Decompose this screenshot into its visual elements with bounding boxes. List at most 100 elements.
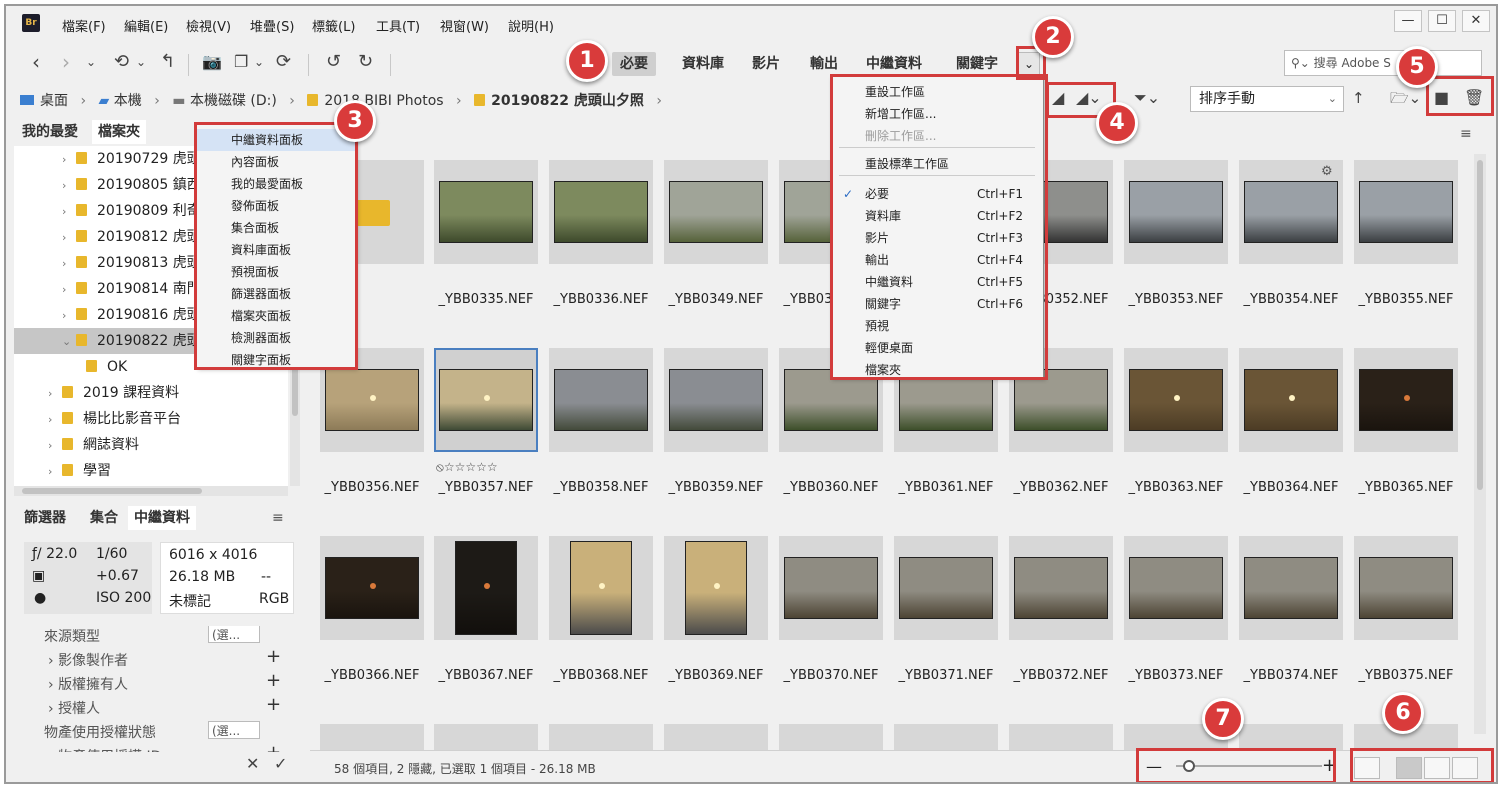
metadata-field-select[interactable]: (選... [208, 626, 260, 643]
thumbnail[interactable] [664, 348, 768, 452]
file-name[interactable]: _YBB0364.NEF [1231, 480, 1351, 495]
workspace-tab-4[interactable]: 中繼資料 [858, 52, 930, 76]
rotate-left-icon[interactable]: ↺ [326, 48, 341, 76]
crumb-desktop[interactable]: 桌面 [40, 93, 68, 109]
tree-node[interactable]: › 2019 課程資料 [14, 380, 288, 406]
thumbnail[interactable] [549, 536, 653, 640]
maximize-button[interactable]: ☐ [1428, 10, 1456, 32]
thumbnail[interactable] [434, 536, 538, 640]
thumbnail[interactable] [894, 536, 998, 640]
chevron-right-icon[interactable]: › [62, 277, 76, 303]
file-name[interactable]: _YBB0355.NEF [1346, 292, 1466, 307]
rotate-right-icon[interactable]: ↻ [358, 48, 373, 76]
file-name[interactable]: _YBB0365.NEF [1346, 480, 1466, 495]
chevron-down-icon[interactable]: ⌄ [86, 48, 96, 76]
thumbnail[interactable] [779, 724, 883, 750]
thumbnail[interactable] [664, 536, 768, 640]
file-name[interactable]: _YBB0354.NEF [1231, 292, 1351, 307]
chevron-right-icon[interactable]: › [62, 251, 76, 277]
file-name[interactable]: _YBB0356.NEF [312, 480, 432, 495]
chevron-right-icon[interactable]: › [62, 199, 76, 225]
return-icon[interactable]: ↰ [160, 48, 175, 76]
thumbnail[interactable] [1239, 536, 1343, 640]
metadata-field-select[interactable]: (選... [208, 721, 260, 739]
crumb-drive[interactable]: 本機磁碟 (D:) [190, 93, 277, 109]
tree-hscrollbar[interactable] [14, 486, 288, 496]
file-name[interactable]: _YBB0359.NEF [656, 480, 776, 495]
file-name[interactable]: _YBB0349.NEF [656, 292, 776, 307]
tab-collections[interactable]: 集合 [84, 506, 124, 530]
workspace-tab-1[interactable]: 資料庫 [674, 52, 732, 76]
tab-favorites[interactable]: 我的最愛 [16, 120, 84, 144]
back-icon[interactable]: ‹ [32, 48, 40, 76]
chevron-right-icon[interactable]: › [48, 459, 62, 485]
file-name[interactable]: _YBB0372.NEF [1001, 668, 1121, 683]
thumbnail[interactable] [434, 348, 538, 452]
chevron-right-icon[interactable]: › [48, 407, 62, 433]
tree-node[interactable]: › 楊比比影音平台 [14, 406, 288, 432]
chevron-down-icon[interactable]: ⌄ [254, 48, 264, 76]
file-name[interactable]: _YBB0361.NEF [886, 480, 1006, 495]
search-input[interactable]: ⚲⌄ 搜尋 Adobe S [1284, 50, 1482, 76]
menu-item-1[interactable]: 編輯(E) [124, 16, 168, 35]
close-button[interactable]: ✕ [1462, 10, 1490, 32]
file-name[interactable]: _YBB0362.NEF [1001, 480, 1121, 495]
workspace-tab-5[interactable]: 關鍵字 [948, 52, 1006, 76]
file-name[interactable]: _YBB0357.NEF [426, 480, 546, 495]
thumbnail[interactable] [1354, 160, 1458, 264]
file-name[interactable]: _YBB0366.NEF [312, 668, 432, 683]
menu-item-2[interactable]: 檢視(V) [186, 16, 231, 35]
chevron-right-icon[interactable]: › [48, 701, 58, 717]
file-name[interactable]: _YBB0335.NEF [426, 292, 546, 307]
file-name[interactable]: _YBB0373.NEF [1116, 668, 1236, 683]
file-name[interactable]: _YBB0375.NEF [1346, 668, 1466, 683]
file-name[interactable]: _YBB0336.NEF [541, 292, 661, 307]
content-scrollbar[interactable] [1474, 154, 1486, 734]
tree-node[interactable]: › 網誌資料 [14, 432, 288, 458]
content-menu-icon[interactable]: ≡ [1460, 126, 1472, 142]
chevron-right-icon[interactable]: › [62, 173, 76, 199]
thumbnail[interactable] [1239, 724, 1343, 750]
refine-icon[interactable]: ⟳ [276, 48, 291, 76]
thumbnail[interactable] [549, 348, 653, 452]
file-name[interactable]: _YBB0360.NEF [771, 480, 891, 495]
menu-item-6[interactable]: 視窗(W) [440, 16, 489, 35]
file-name[interactable]: _YBB0367.NEF [426, 668, 546, 683]
tree-node[interactable]: › 學習 [14, 458, 288, 484]
tab-filter[interactable]: 篩選器 [18, 506, 72, 530]
thumbnail[interactable] [1124, 160, 1228, 264]
menu-item-7[interactable]: 說明(H) [508, 16, 554, 35]
workspace-tab-0[interactable]: 必要 [612, 52, 656, 76]
tab-metadata[interactable]: 中繼資料 [128, 506, 196, 530]
thumbnail[interactable] [1124, 348, 1228, 452]
file-name[interactable]: _YBB0370.NEF [771, 668, 891, 683]
chevron-right-icon[interactable]: › [62, 303, 76, 329]
workspace-tab-2[interactable]: 影片 [744, 52, 788, 76]
thumbnail[interactable] [664, 724, 768, 750]
chevron-right-icon[interactable]: ⌄ [62, 329, 76, 355]
thumbnail[interactable] [894, 724, 998, 750]
chevron-down-icon[interactable]: ⌄ [136, 48, 146, 76]
thumbnail[interactable] [549, 724, 653, 750]
sort-ascending-icon[interactable]: ↑ [1352, 84, 1365, 112]
workspace-tab-3[interactable]: 輸出 [802, 52, 846, 76]
forward-icon[interactable]: › [62, 48, 70, 76]
add-icon[interactable]: + [266, 670, 281, 691]
camera-icon[interactable]: 📷 [202, 48, 222, 76]
file-name[interactable]: _YBB0353.NEF [1116, 292, 1236, 307]
add-icon[interactable]: + [266, 694, 281, 715]
thumbnail[interactable] [1354, 536, 1458, 640]
file-name[interactable]: _YBB0374.NEF [1231, 668, 1351, 683]
thumbnail[interactable] [434, 160, 538, 264]
chevron-right-icon[interactable]: › [48, 381, 62, 407]
thumbnail[interactable] [434, 724, 538, 750]
file-name[interactable]: _YBB0369.NEF [656, 668, 776, 683]
chevron-right-icon[interactable]: › [48, 433, 62, 459]
thumbnail[interactable] [549, 160, 653, 264]
file-name[interactable]: _YBB0358.NEF [541, 480, 661, 495]
thumbnail[interactable] [320, 724, 424, 750]
thumbnail[interactable] [1354, 348, 1458, 452]
chevron-right-icon[interactable]: › [48, 677, 58, 693]
add-icon[interactable]: + [266, 646, 281, 667]
sort-select[interactable]: 排序手動 ⌄ [1190, 86, 1344, 112]
